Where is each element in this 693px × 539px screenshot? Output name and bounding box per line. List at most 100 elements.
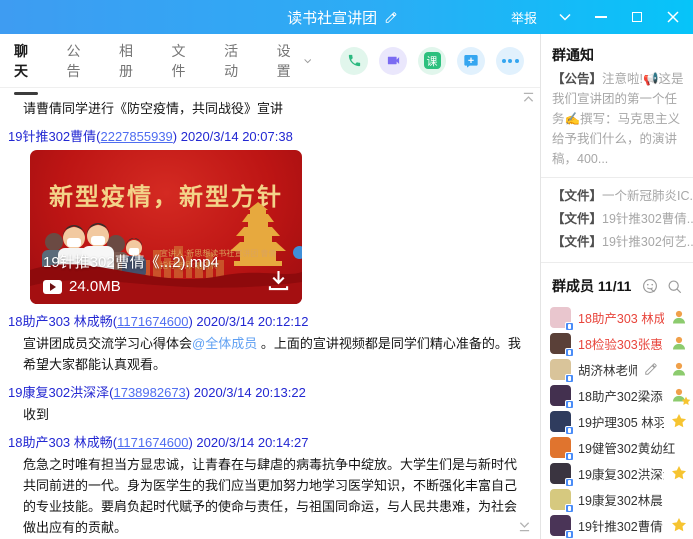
group-sidebar: 群通知 【公告】注意啦!📢这是我们宣讲团的第一个任务✍撰写：马克思主义给予我们什… (541, 34, 693, 539)
member-star-icon (671, 465, 687, 481)
chat-message: 宣讲团成员交流学习心得体会@全体成员 。上面的宣讲视频都是同学们精心准备的。我希… (23, 333, 524, 375)
mobile-online-icon (565, 322, 574, 331)
video-message-card[interactable]: 新型疫情，新型方针 宣讲人:新思想读书社宣讲团 曹倩 指导老师:胡济林 19针推… (30, 150, 302, 304)
mention-all-link[interactable]: @全体成员 (192, 336, 257, 351)
group-title-area: 读书社宣讲团 (287, 7, 397, 28)
more-icon[interactable] (496, 47, 524, 75)
qq-number-link[interactable]: 1171674600 (117, 435, 188, 450)
member-avatar (550, 385, 571, 406)
message-sender: 19康复302洪深泽(1738982673) 2020/3/14 20:13:2… (8, 382, 530, 401)
qq-number-link[interactable]: 1738982673 (113, 385, 185, 400)
video-filename: 19针推302曹倩《...2).mp4 (43, 251, 219, 272)
download-icon[interactable] (267, 270, 290, 294)
member-row[interactable]: 19护理305 林羽 (541, 408, 693, 434)
member-row[interactable]: 胡济林老师 (541, 356, 693, 382)
chat-message: 危急之时唯有担当方显忠诚，让青春在与肆虐的病毒抗争中绽放。大学生们是与新时代共同… (23, 454, 524, 538)
chat-message: 收到 (23, 404, 524, 425)
qq-number-link[interactable]: 2227855939 (100, 129, 172, 144)
new-group-chat-icon[interactable] (457, 47, 485, 75)
member-avatar (550, 333, 571, 354)
search-members-icon[interactable] (667, 279, 682, 294)
member-row[interactable]: 19针推302曹倩 (541, 512, 693, 538)
video-poster-title: 新型疫情，新型方针 (30, 177, 302, 212)
group-course-icon[interactable]: 课 (418, 47, 446, 75)
member-row[interactable]: 19康复302洪深泽 (541, 460, 693, 486)
mobile-online-icon (565, 374, 574, 383)
member-row[interactable]: 18助产302梁添 (541, 382, 693, 408)
divider (541, 262, 693, 263)
mobile-online-icon (565, 452, 574, 461)
member-row[interactable]: 19健管302黄幼红 (541, 434, 693, 460)
mobile-online-icon (565, 530, 574, 539)
message-time: 2020/3/14 20:14:27 (196, 435, 308, 450)
anonymous-chat-icon[interactable] (642, 278, 658, 294)
chat-message: 请曹倩同学进行《防空疫情，共同战役》宣讲 (23, 98, 524, 119)
group-file-item[interactable]: 【文件】19针推302何艺... (541, 231, 693, 254)
member-row[interactable]: 19康复302林晨 (541, 486, 693, 512)
member-row[interactable]: 18助产303 林成畅 (541, 304, 693, 330)
mobile-online-icon (565, 348, 574, 357)
group-announcement[interactable]: 【公告】注意啦!📢这是我们宣讲团的第一个任务✍撰写：马克思主义给予我们什么，的演… (541, 68, 693, 169)
mobile-online-icon (565, 426, 574, 435)
mobile-online-icon (565, 504, 574, 513)
poster-blue-dot (293, 246, 302, 259)
maximize-button[interactable] (629, 9, 645, 25)
message-time: 2020/3/14 20:13:22 (194, 385, 306, 400)
members-count: 群成员 11/11 (552, 276, 642, 296)
chat-history: 请曹倩同学进行《防空疫情，共同战役》宣讲 19针推302曹倩(222785593… (0, 88, 540, 539)
message-sender: 18助产303 林成畅(1171674600) 2020/3/14 20:14:… (8, 432, 530, 451)
group-members-header: 群成员 11/11 (541, 270, 693, 304)
group-notice-header: 群通知 (541, 41, 693, 68)
group-title: 读书社宣讲团 (287, 7, 377, 28)
qq-group-chat-window: 读书社宣讲团 举报 聊天 公告 相册 文件 活动 (0, 0, 693, 539)
message-sender: 19针推302曹倩(2227855939) 2020/3/14 20:07:38 (8, 126, 530, 145)
call-toolbar: 课 (340, 47, 524, 75)
mobile-online-icon (565, 400, 574, 409)
tab-album[interactable]: 相册 (119, 41, 143, 81)
titlebar: 读书社宣讲团 举报 (0, 0, 693, 34)
chevron-down-icon (304, 58, 311, 64)
titlebar-dropdown-icon[interactable] (557, 9, 573, 25)
message-sender: 18助产303 林成畅(1171674600) 2020/3/14 20:12:… (8, 311, 530, 330)
member-level-icon (671, 309, 687, 325)
edit-member-card-icon[interactable] (644, 362, 658, 376)
group-file-item[interactable]: 【文件】19针推302曹倩... (541, 208, 693, 231)
member-avatar (550, 489, 571, 510)
member-avatar (550, 307, 571, 328)
mobile-online-icon (565, 478, 574, 487)
message-time: 2020/3/14 20:12:12 (196, 314, 308, 329)
divider (541, 177, 693, 178)
member-level-star-icon (671, 387, 687, 403)
member-avatar (550, 463, 571, 484)
tab-settings[interactable]: 设置 (277, 41, 311, 81)
scroll-to-top-icon[interactable] (522, 92, 535, 107)
play-icon[interactable] (43, 280, 62, 294)
group-file-item[interactable]: 【文件】一个新冠肺炎IC... (541, 185, 693, 208)
member-star-icon (671, 517, 687, 533)
member-level-icon (671, 361, 687, 377)
voice-call-icon[interactable] (340, 47, 368, 75)
titlebar-controls: 举报 (511, 8, 693, 27)
member-row[interactable]: 18检验303张惠 (541, 330, 693, 356)
chat-column: 聊天 公告 相册 文件 活动 设置 课 (0, 34, 541, 539)
tab-bar: 聊天 公告 相册 文件 活动 设置 课 (0, 34, 540, 88)
edit-title-icon[interactable] (384, 11, 397, 24)
member-avatar (550, 515, 571, 536)
scroll-to-bottom-icon[interactable] (518, 520, 531, 535)
close-button[interactable] (665, 9, 681, 25)
video-call-icon[interactable] (379, 47, 407, 75)
tab-activities[interactable]: 活动 (224, 41, 248, 81)
minimize-button[interactable] (593, 9, 609, 25)
video-size: 24.0MB (69, 278, 121, 295)
member-level-icon (671, 335, 687, 351)
tab-files[interactable]: 文件 (172, 41, 196, 81)
tab-announcements[interactable]: 公告 (67, 41, 91, 81)
video-meta: 24.0MB (43, 278, 121, 295)
main-area: 聊天 公告 相册 文件 活动 设置 课 (0, 34, 693, 539)
member-avatar (550, 411, 571, 432)
qq-number-link[interactable]: 1171674600 (117, 314, 188, 329)
report-button[interactable]: 举报 (511, 8, 537, 27)
member-avatar (550, 437, 571, 458)
tab-chat[interactable]: 聊天 (14, 41, 38, 81)
message-time: 2020/3/14 20:07:38 (181, 129, 293, 144)
